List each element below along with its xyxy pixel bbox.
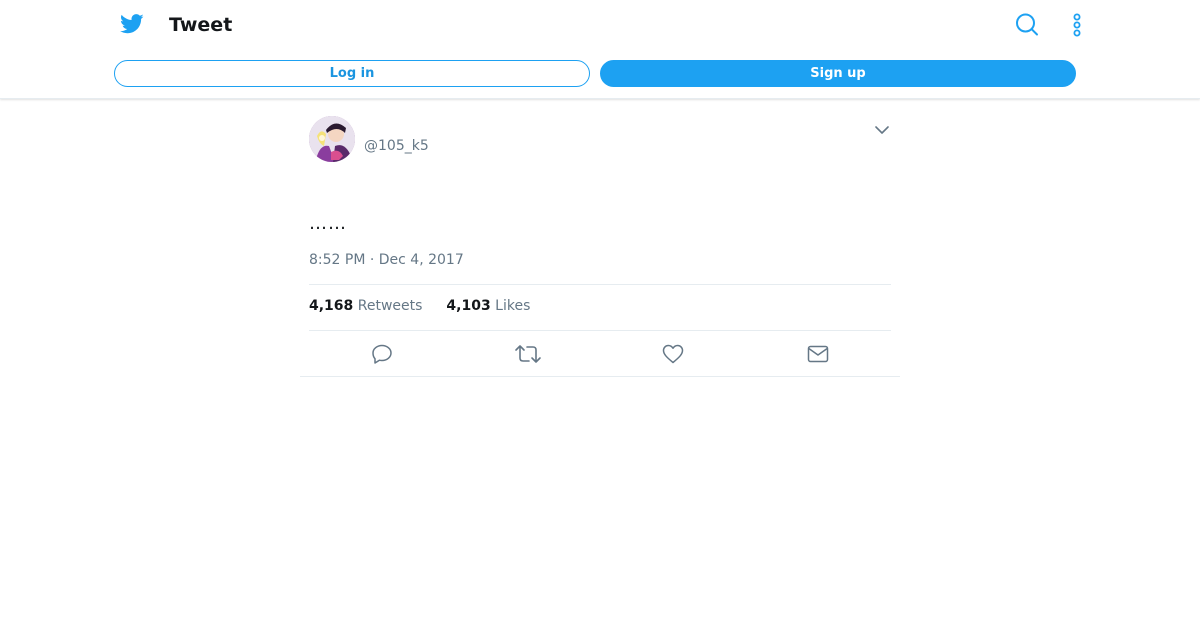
chevron-down-icon[interactable] [873, 121, 891, 139]
reply-icon[interactable] [370, 342, 394, 366]
signup-button[interactable]: Sign up [600, 60, 1076, 87]
retweets-label: Retweets [357, 298, 423, 314]
retweets-stat[interactable]: 4,168 Retweets [309, 297, 422, 315]
like-icon[interactable] [661, 342, 685, 366]
avatar-image [309, 116, 355, 162]
retweets-count: 4,168 [309, 298, 354, 314]
divider [309, 284, 891, 285]
tweet-stats: 4,168 Retweets 4,103 Likes [309, 297, 530, 315]
search-icon[interactable] [1014, 12, 1040, 38]
likes-stat[interactable]: 4,103 Likes [446, 297, 530, 315]
avatar[interactable] [309, 116, 355, 162]
divider [300, 376, 900, 377]
likes-count: 4,103 [446, 298, 491, 314]
login-button[interactable]: Log in [114, 60, 590, 87]
top-bar: Tweet Log in Sign up [0, 0, 1200, 99]
retweet-icon[interactable] [514, 342, 542, 366]
tweet-text: …… [309, 213, 347, 234]
direct-message-icon[interactable] [806, 342, 830, 366]
author-handle[interactable]: @105_k5 [364, 137, 429, 155]
tweet-timestamp[interactable]: 8:52 PM · Dec 4, 2017 [309, 251, 464, 269]
page-title: Tweet [169, 14, 233, 36]
divider [309, 330, 891, 331]
likes-label: Likes [495, 298, 531, 314]
more-vertical-icon[interactable] [1068, 12, 1086, 38]
twitter-bird-icon[interactable] [120, 13, 144, 35]
